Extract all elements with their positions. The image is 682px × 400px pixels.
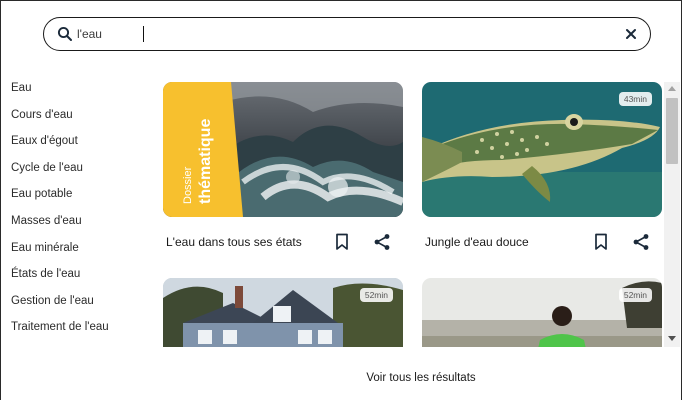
bookmark-icon[interactable] — [335, 233, 349, 251]
see-all-results-link[interactable]: Voir tous les résultats — [0, 372, 682, 384]
suggestion-item[interactable]: Eau minérale — [11, 240, 109, 267]
scroll-down-arrow-icon[interactable] — [668, 336, 676, 341]
result-thumbnail[interactable]: 52min — [422, 278, 662, 347]
share-icon[interactable] — [632, 233, 650, 251]
suggestion-item[interactable]: Eaux d'égout — [11, 133, 109, 160]
search-icon[interactable] — [57, 26, 73, 42]
share-icon[interactable] — [373, 233, 391, 251]
search-input[interactable] — [77, 23, 617, 45]
stormy-wave-image: Dossier thématique — [163, 82, 403, 217]
result-title[interactable]: Jungle d'eau douce — [425, 235, 529, 249]
suggestion-list: Eau Cours d'eau Eaux d'égout Cycle de l'… — [11, 80, 109, 346]
close-icon[interactable] — [624, 27, 638, 41]
duration-badge: 52min — [618, 288, 652, 302]
bookmark-icon[interactable] — [594, 233, 608, 251]
text-cursor — [143, 26, 144, 42]
suggestion-item[interactable]: Cycle de l'eau — [11, 160, 109, 187]
suggestion-item[interactable]: Cours d'eau — [11, 107, 109, 134]
result-title[interactable]: L'eau dans tous ses états — [166, 235, 302, 249]
results-grid: Dossier thématique L'eau dans tous ses é… — [163, 82, 663, 347]
duration-badge: 52min — [359, 288, 393, 302]
suggestion-item[interactable]: Eau potable — [11, 186, 109, 213]
scroll-up-arrow-icon[interactable] — [668, 86, 676, 91]
suggestion-item[interactable]: États de l'eau — [11, 266, 109, 293]
duration-badge: 43min — [618, 92, 652, 106]
badge-dossier: Dossier — [182, 166, 194, 204]
search-bar[interactable] — [43, 17, 651, 51]
result-thumbnail[interactable]: Dossier thématique — [163, 82, 403, 217]
suggestion-item[interactable]: Eau — [11, 80, 109, 107]
suggestion-item[interactable]: Masses d'eau — [11, 213, 109, 240]
results-scrollbar[interactable] — [664, 82, 680, 347]
suggestion-item[interactable]: Gestion de l'eau — [11, 293, 109, 320]
scrollbar-thumb[interactable] — [666, 98, 678, 164]
badge-thematique: thématique — [197, 119, 214, 204]
result-thumbnail[interactable]: 43min — [422, 82, 662, 217]
suggestion-item[interactable]: Traitement de l'eau — [11, 319, 109, 346]
result-thumbnail[interactable]: 52min — [163, 278, 403, 347]
